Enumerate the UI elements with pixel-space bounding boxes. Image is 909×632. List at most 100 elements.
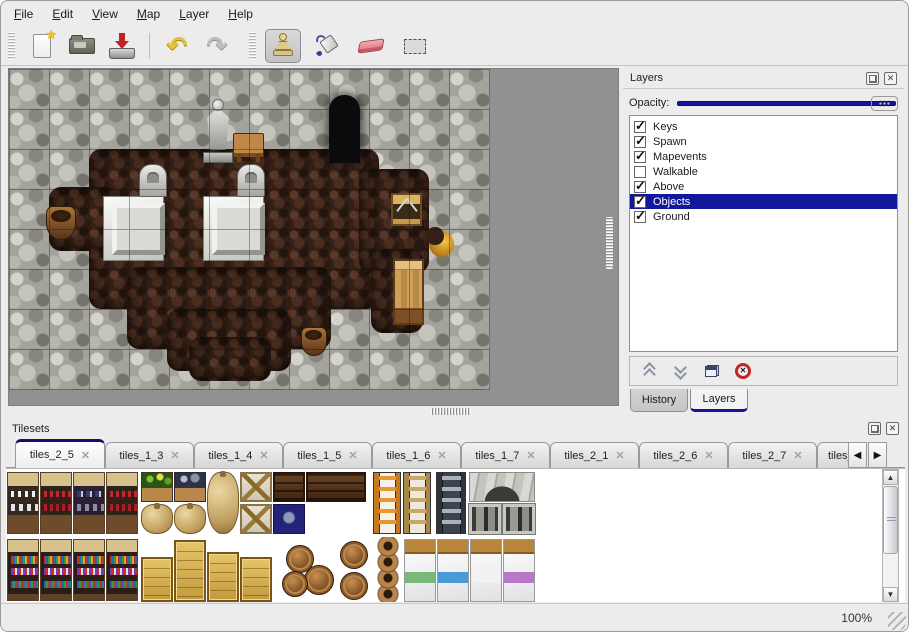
tileset-tab-tiles_1_5[interactable]: tiles_1_5✕ [283,442,372,468]
tileset-tile-store-shelf[interactable] [73,539,105,601]
tileset-tile-pot-stack[interactable] [374,537,402,602]
new-file-button[interactable]: ★ [24,29,60,63]
menu-help[interactable]: Help [228,7,253,21]
layer-checkbox[interactable] [634,166,646,178]
save-button[interactable] [104,29,140,63]
close-tab-icon[interactable]: ✕ [259,449,268,462]
tileset-tab-tiles_1_6[interactable]: tiles_1_6✕ [372,442,461,468]
close-tab-icon[interactable]: ✕ [526,449,535,462]
layer-checkbox[interactable]: ✓ [634,211,646,223]
tab-history[interactable]: History [630,389,688,412]
tileset-tile-ladder-steel[interactable] [436,472,466,534]
move-layer-up-button[interactable] [639,360,661,382]
tileset-tile-crossed-crate[interactable] [240,504,272,534]
tileset-view[interactable]: ▲ ▼ [6,468,905,602]
layer-row-walkable[interactable]: Walkable [630,164,897,179]
close-dock-icon[interactable]: ✕ [884,72,897,85]
tileset-tile-ladder-tan[interactable] [403,472,431,534]
toolbar-drag-handle[interactable] [8,32,15,60]
close-dock-icon[interactable]: ✕ [886,422,899,435]
redo-button[interactable]: ↷ [199,29,235,63]
scroll-up-icon[interactable]: ▲ [883,470,898,485]
layer-row-keys[interactable]: ✓ Keys [630,119,897,134]
layer-checkbox[interactable]: ✓ [634,196,646,208]
duplicate-layer-button[interactable] [701,360,723,382]
tileset-tile-store-shelf[interactable] [106,539,138,601]
map-canvas[interactable] [9,69,490,390]
tab-layers[interactable]: Layers [690,389,748,412]
tileset-tile-open-sack[interactable] [174,504,206,534]
tileset-tile-plant-crate[interactable] [141,472,173,502]
close-tab-icon[interactable]: ✕ [348,449,357,462]
scroll-tabs-right-button[interactable]: ▶ [868,442,887,468]
tileset-tab-tiles_1_3[interactable]: tiles_1_3✕ [105,442,194,468]
layer-checkbox[interactable]: ✓ [634,121,646,133]
float-dock-icon[interactable] [868,422,881,435]
tileset-tile-bed-blue[interactable] [437,539,469,602]
menu-view[interactable]: View [92,7,118,21]
tileset-tile-barrel[interactable] [304,565,334,595]
vertical-splitter-handle[interactable] [606,217,613,269]
layer-row-spawn[interactable]: ✓ Spawn [630,134,897,149]
layer-row-mapevents[interactable]: ✓ Mapevents [630,149,897,164]
menu-layer[interactable]: Layer [179,7,209,21]
tileset-tab-tiles_2_6[interactable]: tiles_2_6✕ [639,442,728,468]
tileset-tile-bed-green[interactable] [404,539,436,602]
move-layer-down-button[interactable] [670,360,692,382]
layer-row-ground[interactable]: ✓ Ground [630,209,897,224]
menu-edit[interactable]: Edit [52,7,73,21]
tileset-tile-barrel[interactable] [340,541,368,569]
tileset-tile-dark-planks[interactable] [273,472,305,502]
eraser-tool-button[interactable] [353,29,389,63]
layer-row-objects[interactable]: ✓ Objects [630,194,897,209]
tileset-tile-shelf[interactable] [7,472,39,534]
layer-row-above[interactable]: ✓ Above [630,179,897,194]
tileset-tile-barrel[interactable] [340,572,368,600]
tileset-tile-stone-arch[interactable] [469,472,535,502]
menu-file[interactable]: File [14,7,33,21]
tileset-tab-tiles_2_1[interactable]: tiles_2_1✕ [550,442,639,468]
window-resize-grip[interactable] [888,612,906,630]
tileset-tab-tiles_2_7[interactable]: tiles_2_7✕ [728,442,817,468]
select-tool-button[interactable] [397,29,433,63]
tileset-tile-crate[interactable] [207,552,239,602]
undo-button[interactable]: ↶ [159,29,195,63]
layer-checkbox[interactable]: ✓ [634,181,646,193]
stamp-tool-button[interactable] [265,29,301,63]
layer-checkbox[interactable]: ✓ [634,136,646,148]
float-dock-icon[interactable] [866,72,879,85]
tileset-tile-barrel[interactable] [282,571,308,597]
close-tab-icon[interactable]: ✕ [81,449,90,462]
tileset-tile-shelf[interactable] [40,472,72,534]
tileset-tile-ladder-orange[interactable] [373,472,401,534]
tileset-tab-tiles_2_5[interactable]: tiles_2_5✕ [15,439,105,468]
tileset-tile-bed-purple[interactable] [503,539,535,602]
close-tab-icon[interactable]: ✕ [615,449,624,462]
horizontal-splitter-handle[interactable] [431,408,471,415]
tileset-scrollbar[interactable]: ▲ ▼ [882,469,899,602]
tileset-tile-plank-run[interactable] [306,472,366,502]
close-tab-icon[interactable]: ✕ [704,449,713,462]
tileset-tile-crossed-crate[interactable] [240,472,272,502]
close-tab-icon[interactable]: ✕ [793,449,802,462]
fill-tool-button[interactable] [309,29,345,63]
delete-layer-button[interactable]: ✕ [732,360,754,382]
close-tab-icon[interactable]: ✕ [170,449,179,462]
scrollbar-thumb[interactable] [883,486,898,554]
tileset-tile-stone-door[interactable] [503,504,535,534]
tileset-tab-tiles_1_4[interactable]: tiles_1_4✕ [194,442,283,468]
tileset-tile-shelf[interactable] [106,472,138,534]
tileset-tile-bed-white[interactable] [470,539,502,602]
layer-checkbox[interactable]: ✓ [634,151,646,163]
tileset-tile-store-shelf[interactable] [7,539,39,601]
tileset-tile-navy-crate[interactable] [273,504,305,534]
tileset-tile-stone-crate[interactable] [174,472,206,502]
scroll-down-icon[interactable]: ▼ [883,587,898,602]
tileset-tile-crate[interactable] [141,557,173,602]
tileset-tile-crate-tall[interactable] [174,540,206,602]
tileset-tile-shelf[interactable] [73,472,105,534]
tileset-tile-crate[interactable] [240,557,272,602]
tileset-tile-stone-door[interactable] [469,504,501,534]
scroll-tabs-left-button[interactable]: ◀ [848,442,867,468]
open-file-button[interactable] [64,29,100,63]
